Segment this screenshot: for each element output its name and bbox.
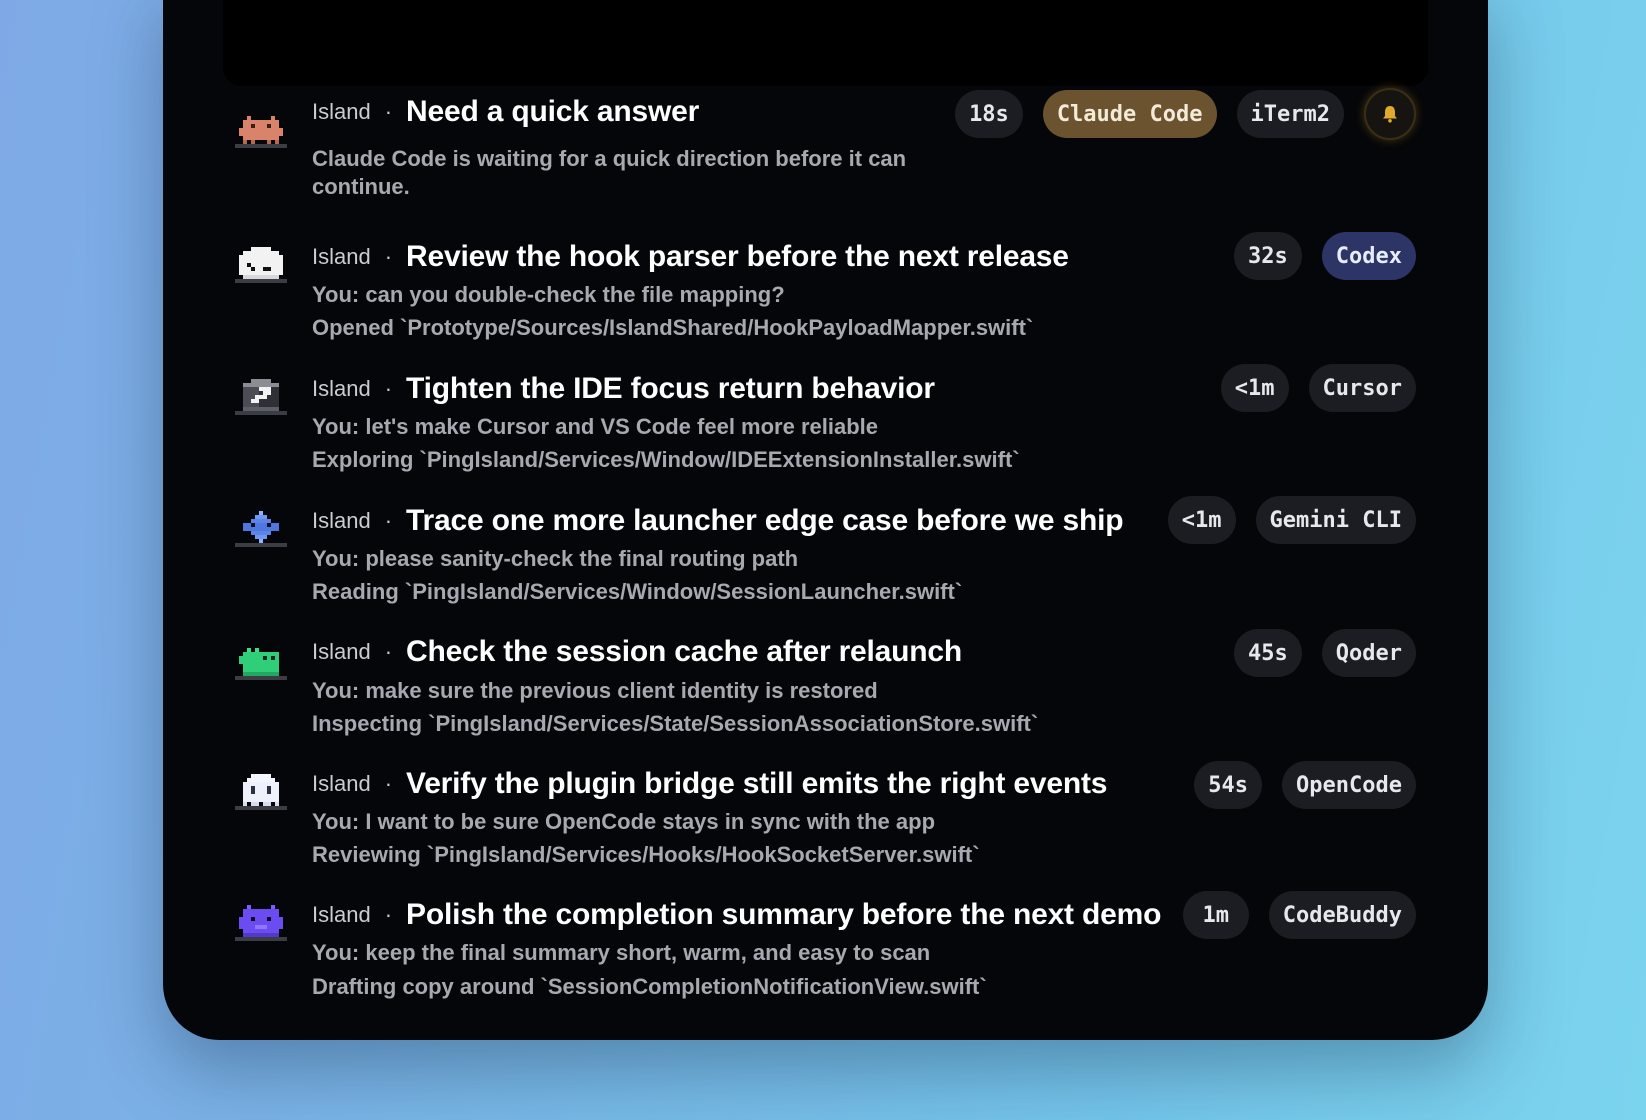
session-row-codex[interactable]: Island · Review the hook parser before t… bbox=[163, 232, 1488, 349]
session-tags: <1m Cursor bbox=[1220, 364, 1416, 412]
session-row-cursor[interactable]: Island · Tighten the IDE focus return be… bbox=[163, 364, 1488, 481]
separator-dot: · bbox=[384, 99, 393, 124]
separator-dot: · bbox=[384, 376, 393, 401]
session-title: Review the hook parser before the next r… bbox=[406, 240, 1069, 273]
agent-badge-claude-code[interactable]: Claude Code bbox=[1042, 90, 1217, 138]
session-tags: 45s Qoder bbox=[1234, 629, 1416, 677]
session-header: Island · Review the hook parser before t… bbox=[312, 239, 1069, 275]
session-title: Verify the plugin bridge still emits the… bbox=[406, 767, 1108, 800]
separator-dot: · bbox=[384, 639, 393, 664]
session-tags: 32s Codex bbox=[1234, 232, 1416, 280]
session-message-line-1: You: please sanity-check the final routi… bbox=[312, 546, 799, 571]
gemini-star-icon bbox=[235, 507, 287, 559]
notch-area bbox=[223, 0, 1428, 86]
elapsed-time-badge: 1m bbox=[1182, 891, 1249, 939]
agent-badge-codebuddy[interactable]: CodeBuddy bbox=[1268, 891, 1416, 939]
island-panel: Island · Need a quick answer Claude Code… bbox=[163, 0, 1488, 1040]
qoder-blob-icon bbox=[235, 640, 287, 692]
session-row-opencode[interactable]: Island · Verify the plugin bridge still … bbox=[163, 761, 1488, 876]
agent-badge-cursor[interactable]: Cursor bbox=[1308, 364, 1416, 412]
session-source: Island bbox=[312, 771, 371, 796]
session-activity-line: Inspecting `PingIsland/Services/State/Se… bbox=[312, 711, 1039, 736]
separator-dot: · bbox=[384, 771, 393, 796]
session-header: Island · Trace one more launcher edge ca… bbox=[312, 503, 1124, 539]
agent-badge-codex[interactable]: Codex bbox=[1321, 232, 1416, 280]
session-row-codebuddy[interactable]: Island · Polish the completion summary b… bbox=[163, 891, 1488, 1007]
session-message-line-2: continue. bbox=[312, 174, 410, 199]
session-tags: 54s OpenCode bbox=[1194, 761, 1416, 809]
codex-cloud-icon bbox=[235, 243, 287, 295]
session-message-line-1: You: let's make Cursor and VS Code feel … bbox=[312, 414, 878, 439]
session-title: Need a quick answer bbox=[406, 95, 700, 128]
session-header: Island · Polish the completion summary b… bbox=[312, 897, 1161, 933]
bell-icon[interactable] bbox=[1364, 88, 1416, 140]
session-header: Island · Need a quick answer bbox=[312, 94, 699, 130]
session-tags: <1m Gemini CLI bbox=[1167, 496, 1416, 544]
session-activity-line: Exploring `PingIsland/Services/Window/ID… bbox=[312, 447, 1020, 472]
separator-dot: · bbox=[384, 244, 393, 269]
session-row-claude-code[interactable]: Island · Need a quick answer Claude Code… bbox=[163, 88, 1488, 204]
session-source: Island bbox=[312, 639, 371, 664]
session-header: Island · Verify the plugin bridge still … bbox=[312, 766, 1107, 802]
elapsed-time-badge: <1m bbox=[1167, 496, 1236, 544]
separator-dot: · bbox=[384, 508, 393, 533]
session-row-qoder[interactable]: Island · Check the session cache after r… bbox=[163, 629, 1488, 744]
session-title: Check the session cache after relaunch bbox=[406, 635, 963, 668]
session-source: Island bbox=[312, 244, 371, 269]
session-title: Tighten the IDE focus return behavior bbox=[406, 372, 935, 405]
session-message-line-1: You: keep the final summary short, warm,… bbox=[312, 940, 931, 965]
session-header: Island · Check the session cache after r… bbox=[312, 634, 962, 670]
elapsed-time-badge: 45s bbox=[1234, 629, 1302, 677]
session-activity-line: Opened `Prototype/Sources/IslandShared/H… bbox=[312, 315, 1034, 340]
session-message-line-1: You: can you double-check the file mappi… bbox=[312, 282, 785, 307]
session-activity-line: Reviewing `PingIsland/Services/Hooks/Hoo… bbox=[312, 842, 980, 867]
session-message-line-1: Claude Code is waiting for a quick direc… bbox=[312, 146, 907, 171]
session-source: Island bbox=[312, 902, 371, 927]
cursor-cube-icon bbox=[235, 375, 287, 427]
terminal-badge-iterm2[interactable]: iTerm2 bbox=[1236, 90, 1344, 138]
session-source: Island bbox=[312, 376, 371, 401]
agent-badge-gemini-cli[interactable]: Gemini CLI bbox=[1255, 496, 1416, 544]
session-message-line-1: You: I want to be sure OpenCode stays in… bbox=[312, 809, 936, 834]
session-header: Island · Tighten the IDE focus return be… bbox=[312, 371, 935, 407]
session-message-line-1: You: make sure the previous client ident… bbox=[312, 678, 878, 703]
elapsed-time-badge: 18s bbox=[955, 90, 1023, 138]
separator-dot: · bbox=[384, 902, 393, 927]
elapsed-time-badge: 54s bbox=[1194, 761, 1263, 809]
claude-crab-icon bbox=[235, 108, 287, 160]
agent-badge-qoder[interactable]: Qoder bbox=[1321, 629, 1416, 677]
session-row-gemini-cli[interactable]: Island · Trace one more launcher edge ca… bbox=[163, 496, 1488, 613]
session-tags: 1m CodeBuddy bbox=[1182, 891, 1416, 939]
session-tags: 18s Claude Code iTerm2 bbox=[955, 88, 1416, 140]
opencode-ghost-icon bbox=[235, 770, 287, 822]
elapsed-time-badge: 32s bbox=[1234, 232, 1302, 280]
codebuddy-robot-icon bbox=[235, 901, 287, 953]
session-activity-line: Drafting copy around `SessionCompletionN… bbox=[312, 974, 987, 999]
session-title: Trace one more launcher edge case before… bbox=[406, 504, 1124, 537]
agent-badge-opencode[interactable]: OpenCode bbox=[1282, 761, 1416, 809]
session-source: Island bbox=[312, 508, 371, 533]
elapsed-time-badge: <1m bbox=[1220, 364, 1289, 412]
session-title: Polish the completion summary before the… bbox=[406, 898, 1162, 931]
session-source: Island bbox=[312, 99, 371, 124]
session-activity-line: Reading `PingIsland/Services/Window/Sess… bbox=[312, 579, 963, 604]
